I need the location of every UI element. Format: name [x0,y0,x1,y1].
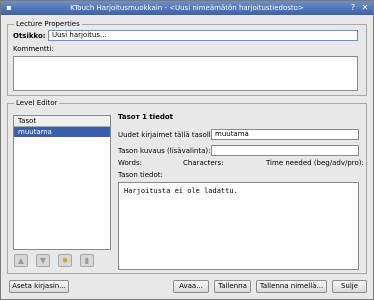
move-level-down-button[interactable]: ▼ [36,254,50,267]
move-level-up-button[interactable]: ▲ [14,254,28,267]
open-button[interactable]: Avaa... [173,280,209,293]
list-item[interactable]: muutama [14,127,110,137]
level-details-title: Tasoт 1 tiedot [118,113,174,121]
arrow-up-icon: ▲ [17,256,25,265]
set-font-button[interactable]: Aseta kirjasin... [9,280,69,293]
window-title: KTouch Harjoitusmuokkain - <Uusi nimeämä… [70,4,304,12]
title-label: Otsikko: [13,32,46,40]
level-data-label: Tason tiedot: [118,171,163,179]
level-description-input[interactable] [211,145,359,156]
close-button[interactable]: Sulje [332,280,367,293]
lecture-properties-legend: Lecture Properties [14,20,82,29]
save-button[interactable]: Tallenna [214,280,251,293]
characters-label: Characters: [183,159,224,167]
new-chars-input[interactable]: muutama [211,129,359,140]
save-as-button[interactable]: Tallenna nimellä... [256,280,327,293]
comment-label: Kommentti: [13,45,54,53]
level-data-textarea[interactable]: Harjoitusta ei ole ladattu. [118,182,359,270]
arrow-down-icon: ▼ [39,256,47,265]
help-icon[interactable]: ? [348,3,358,13]
levels-list-header[interactable]: Tasot [14,116,110,127]
trash-icon: ▮ [84,256,90,265]
words-label: Words: [118,159,142,167]
remove-level-button[interactable]: ▮ [80,254,94,267]
close-window-icon[interactable]: ✕ [360,3,370,13]
title-input[interactable]: Uusi harjoitus... [48,30,358,41]
level-editor-legend: Level Editor [14,99,60,108]
title-bar[interactable]: ▪ KTouch Harjoitusmuokkain - <Uusi nimeä… [1,1,373,15]
comment-textarea[interactable] [13,56,358,91]
levels-list[interactable]: Tasot muutama [13,115,111,250]
time-needed-label: Time needed (beg/adv/pro): [266,159,364,167]
add-level-button[interactable]: ✸ [58,254,72,267]
new-chars-label: Uudet kirjaimet tällä tasolla [118,131,216,139]
editor-window: ▪ KTouch Harjoitusmuokkain - <Uusi nimeä… [0,0,374,300]
app-menu-icon[interactable]: ▪ [4,3,14,13]
level-description-label: Tason kuvaus (lisävalinta): [118,147,211,155]
star-icon: ✸ [61,256,69,265]
